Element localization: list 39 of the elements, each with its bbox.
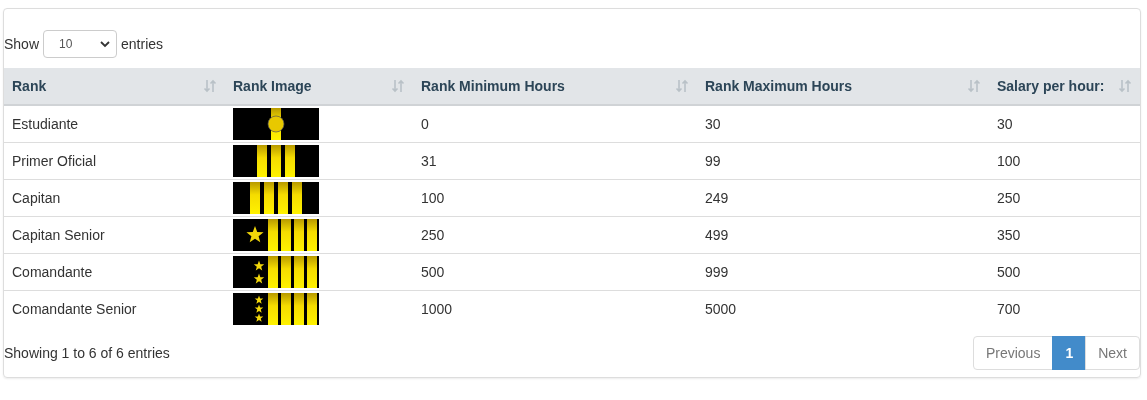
table-cell: 1000 xyxy=(413,290,697,327)
sort-icon[interactable] xyxy=(675,79,689,93)
table-cell: 30 xyxy=(989,105,1140,143)
table-cell: Capitan Senior xyxy=(4,216,225,254)
table-cell: 500 xyxy=(989,253,1140,291)
table-cell: 5000 xyxy=(697,290,989,327)
pagination-button[interactable]: Next xyxy=(1085,336,1140,370)
sort-icon[interactable] xyxy=(203,79,217,93)
sort-icon[interactable] xyxy=(1118,79,1132,93)
table-cell: 700 xyxy=(989,290,1140,327)
table-cell: 500 xyxy=(413,253,697,291)
entries-select[interactable]: 10 xyxy=(43,30,118,58)
table-cell: 100 xyxy=(413,179,697,217)
table-info: Showing 1 to 6 of 6 entries xyxy=(4,345,170,361)
table-cell: Capitan xyxy=(4,179,225,217)
table-cell: 250 xyxy=(989,179,1140,217)
table-cell: 999 xyxy=(697,253,989,291)
table-cell: Comandante Senior xyxy=(4,290,225,327)
table-cell: 499 xyxy=(697,216,989,254)
table-cell: Comandante xyxy=(4,253,225,291)
table-cell: 0 xyxy=(413,105,697,143)
table-cell: 30 xyxy=(697,105,989,143)
table-cell: 100 xyxy=(989,142,1140,180)
sort-icon[interactable] xyxy=(967,79,981,93)
pagination-button[interactable]: Previous xyxy=(972,336,1054,370)
table-cell: Estudiante xyxy=(4,105,225,143)
column-header[interactable]: Rank xyxy=(12,78,47,94)
pagination-button[interactable]: 1 xyxy=(1052,336,1087,370)
column-header[interactable]: Rank Image xyxy=(233,78,312,94)
table-cell: 249 xyxy=(697,179,989,217)
entries-label: entries xyxy=(121,36,164,52)
table-cell: 31 xyxy=(413,142,697,180)
sort-icon[interactable] xyxy=(391,79,405,93)
table-cell: 350 xyxy=(989,216,1140,254)
show-label: Show xyxy=(4,36,40,52)
chevron-down-icon xyxy=(100,40,111,48)
table-cell: 99 xyxy=(697,142,989,180)
table-cell: Primer Oficial xyxy=(4,142,225,180)
table-cell: 250 xyxy=(413,216,697,254)
